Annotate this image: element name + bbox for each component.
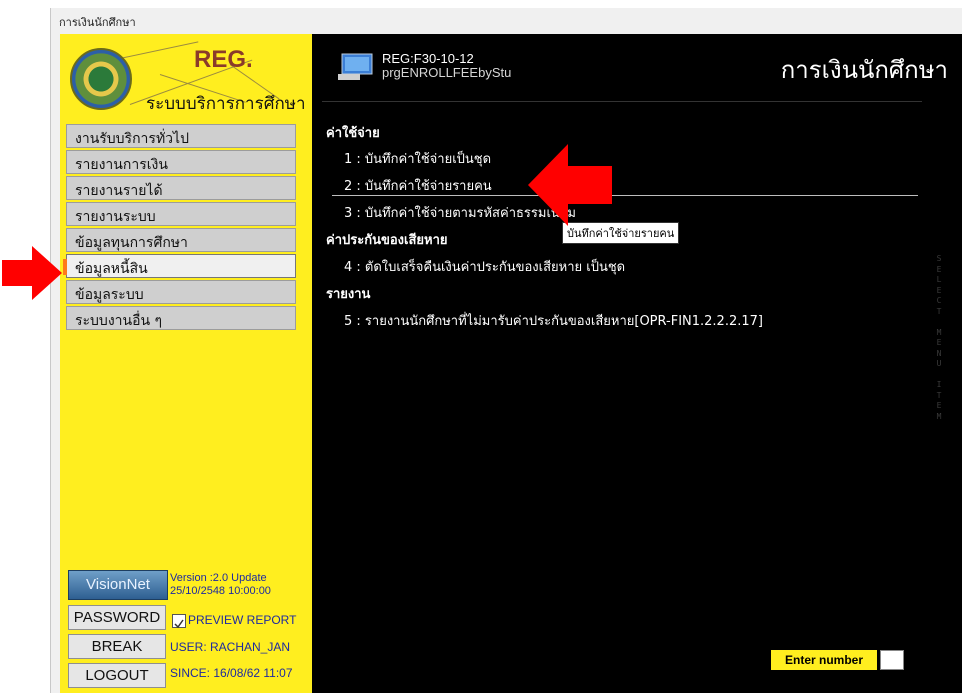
menu-option-2[interactable]: 2 : บันทึกค่าใช้จ่ายรายคน bbox=[344, 175, 492, 196]
sidebar-item-other[interactable]: ระบบงานอื่น ๆ bbox=[66, 306, 296, 330]
since-info: SINCE: 16/08/62 11:07 bbox=[170, 666, 293, 680]
menu-option-5[interactable]: 5 : รายงานนักศึกษาที่ไม่มารับค่าประกันขอ… bbox=[344, 310, 763, 331]
divider bbox=[322, 101, 922, 102]
selection-underline bbox=[332, 195, 918, 196]
computer-monitor-icon bbox=[338, 53, 373, 80]
user-info: USER: RACHAN_JAN bbox=[170, 640, 291, 654]
logout-button[interactable]: LOGOUT bbox=[68, 663, 166, 688]
section-heading-report: รายงาน bbox=[326, 287, 371, 302]
sidebar-item-income-report[interactable]: รายงานรายได้ bbox=[66, 176, 296, 200]
visionnet-logo: VisionNet bbox=[68, 570, 168, 600]
page-title: การเงินนักศึกษา bbox=[780, 56, 948, 84]
main-panel: REG:F30-10-12 prgENROLLFEEbyStu การเงินน… bbox=[312, 34, 962, 693]
section-heading-deposit: ค่าประกันของเสียหาย bbox=[326, 233, 448, 248]
logo-area: REG. ระบบบริการการศึกษา bbox=[60, 34, 312, 122]
program-code: REG:F30-10-12 bbox=[382, 51, 474, 66]
version-line2: 25/10/2548 10:00:00 bbox=[170, 585, 271, 597]
menu-option-1[interactable]: 1 : บันทึกค่าใช้จ่ายเป็นชุด bbox=[344, 148, 491, 169]
title-bar: การเงินนักศึกษา bbox=[51, 8, 962, 34]
red-arrow-icon bbox=[528, 144, 612, 226]
password-button[interactable]: PASSWORD bbox=[68, 605, 166, 630]
preview-report-checkbox[interactable] bbox=[172, 614, 186, 629]
sidebar-item-finance-report[interactable]: รายงานการเงิน bbox=[66, 150, 296, 174]
select-menu-item-vertical-text: SELECT MENU ITEM bbox=[936, 254, 942, 421]
version-line1: Version :2.0 Update bbox=[170, 572, 267, 584]
sidebar-item-system-report[interactable]: รายงานระบบ bbox=[66, 202, 296, 226]
break-button[interactable]: BREAK bbox=[68, 634, 166, 659]
preview-report-label: PREVIEW REPORT bbox=[188, 613, 297, 627]
enter-number-input[interactable] bbox=[880, 650, 904, 670]
logo-subtitle: ระบบบริการการศึกษา bbox=[146, 94, 306, 113]
enter-number-label: Enter number bbox=[771, 650, 877, 670]
menu-option-4[interactable]: 4 : ตัดใบเสร็จคืนเงินค่าประกันของเสียหาย… bbox=[344, 256, 625, 277]
sidebar-item-scholarship[interactable]: ข้อมูลทุนการศึกษา bbox=[66, 228, 296, 252]
sidebar-menu: งานรับบริการทั่วไป รายงานการเงิน รายงานร… bbox=[63, 124, 296, 332]
sidebar-item-debt[interactable]: ข้อมูลหนี้สิน bbox=[63, 254, 296, 278]
university-seal-icon bbox=[70, 48, 132, 110]
red-arrow-icon bbox=[2, 246, 62, 300]
sidebar: REG. ระบบบริการการศึกษา งานรับบริการทั่ว… bbox=[60, 34, 312, 693]
version-info: Version :2.0 Update 25/10/2548 10:00:00 bbox=[170, 572, 271, 598]
section-heading-expenses: ค่าใช้จ่าย bbox=[326, 126, 380, 141]
checkmark-icon bbox=[174, 619, 184, 629]
logo-title: REG. bbox=[194, 46, 253, 73]
sidebar-item-system-data[interactable]: ข้อมูลระบบ bbox=[66, 280, 296, 304]
window-title: การเงินนักศึกษา bbox=[59, 16, 136, 29]
sidebar-item-general-service[interactable]: งานรับบริการทั่วไป bbox=[66, 124, 296, 148]
program-name: prgENROLLFEEbyStu bbox=[382, 65, 512, 80]
